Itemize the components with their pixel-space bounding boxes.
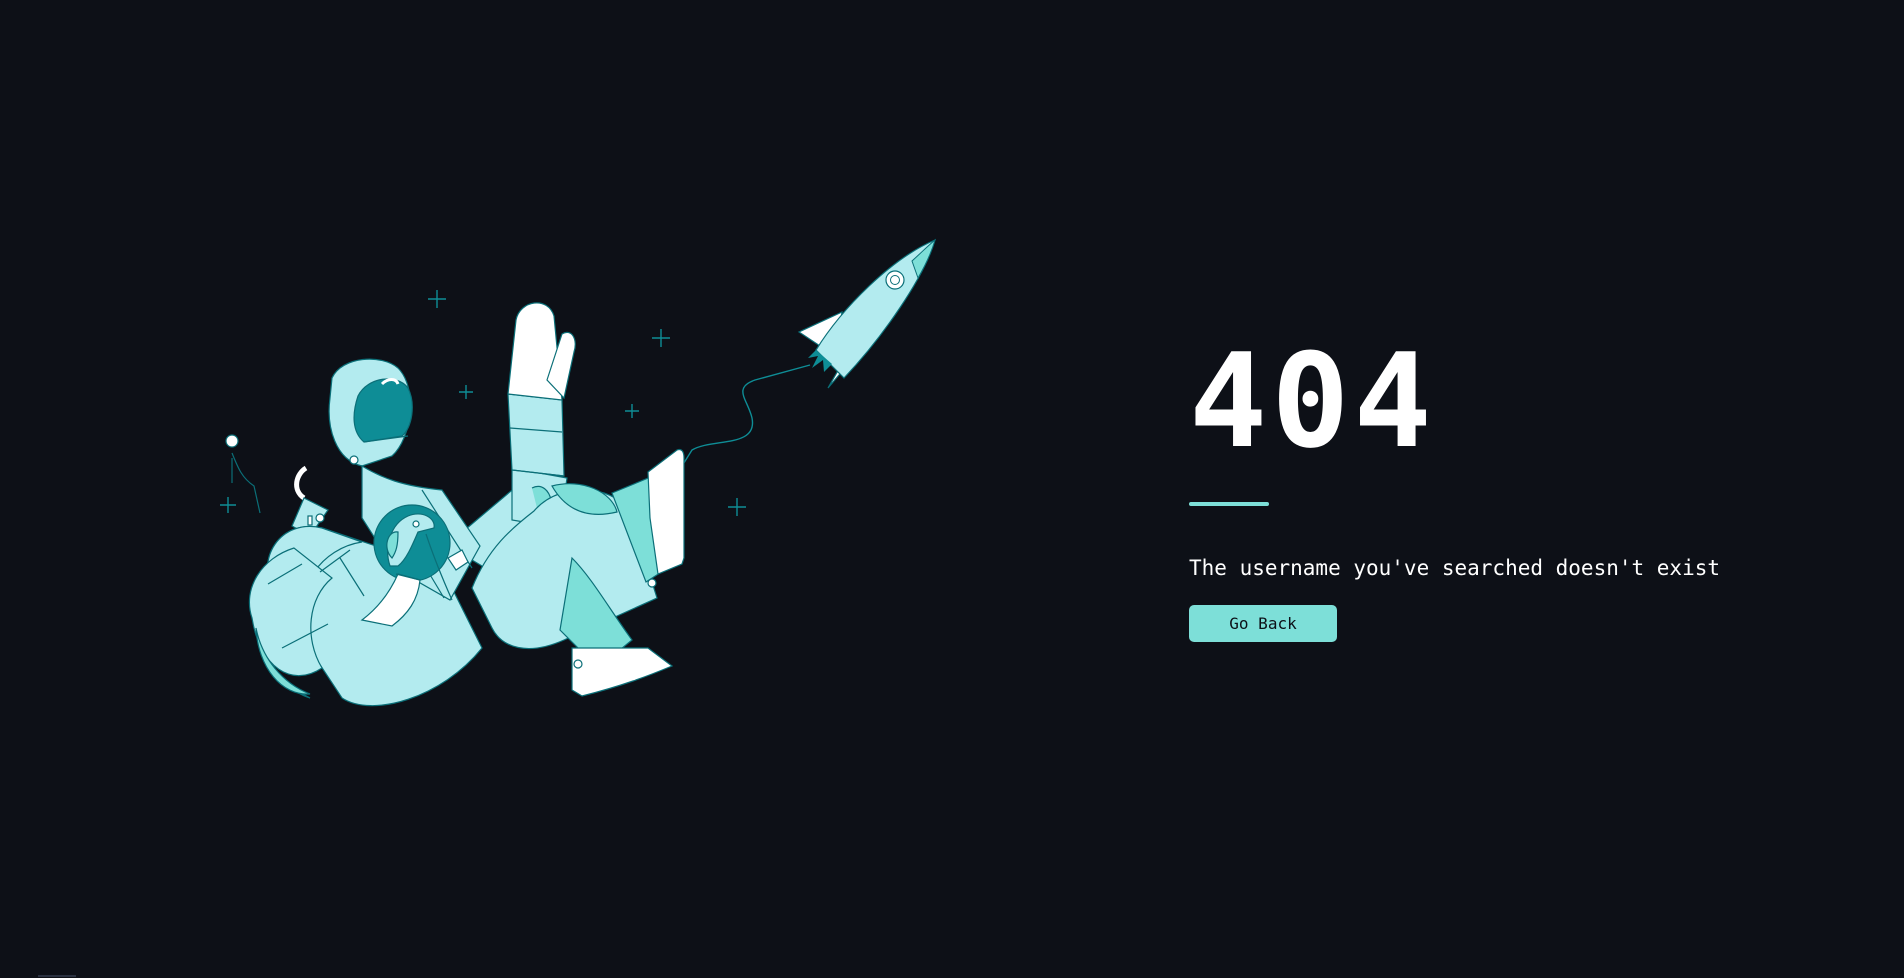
bottom-scroll-indicator — [38, 975, 76, 977]
error-page: 404 The username you've searched doesn't… — [0, 0, 1904, 978]
rocket-trail — [681, 364, 811, 467]
astronaut-illustration — [220, 238, 936, 707]
error-message: The username you've searched doesn't exi… — [1189, 556, 1721, 580]
go-back-button[interactable]: Go Back — [1189, 605, 1337, 642]
astronaut-icon — [225, 302, 685, 707]
rocket-icon — [797, 238, 936, 389]
error-code: 404 — [1189, 325, 1436, 477]
accent-divider — [1189, 502, 1269, 506]
error-content: 404 The username you've searched doesn't… — [1189, 336, 1809, 642]
